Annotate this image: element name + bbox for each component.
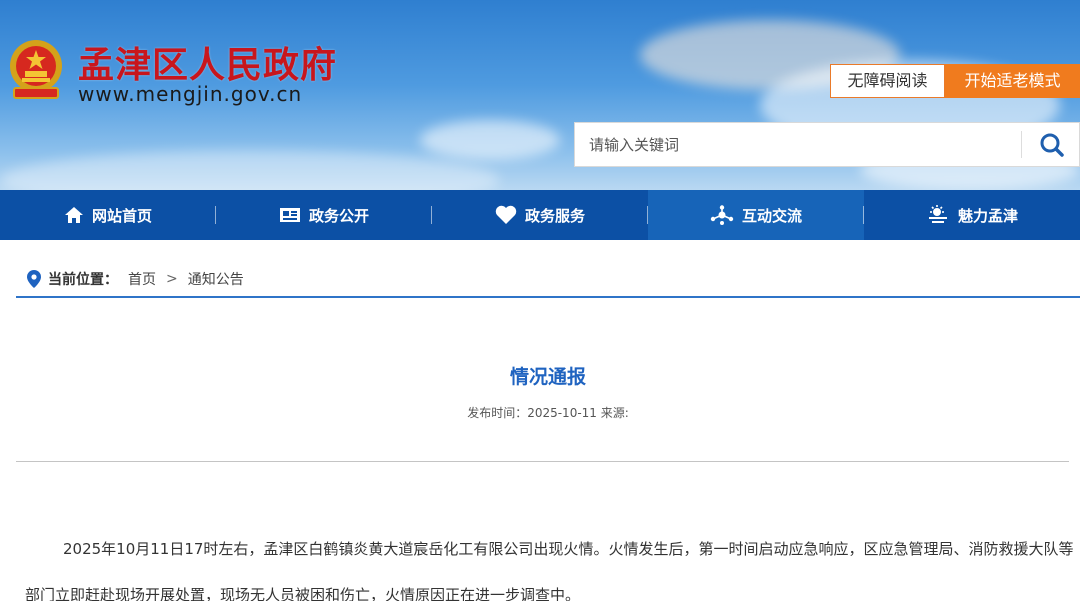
search-divider bbox=[1021, 131, 1022, 158]
search-input[interactable] bbox=[575, 123, 1020, 166]
nav-item-gov-services[interactable]: 政务服务 bbox=[432, 190, 648, 240]
article-divider bbox=[16, 461, 1069, 462]
search-button[interactable] bbox=[1031, 129, 1071, 161]
site-title[interactable]: 孟津区人民政府 bbox=[78, 36, 337, 88]
cloud-decoration bbox=[0, 150, 500, 190]
nav-item-gov-affairs[interactable]: 政务公开 bbox=[216, 190, 432, 240]
breadcrumb-label: 当前位置： bbox=[48, 272, 118, 288]
search-box bbox=[574, 122, 1080, 167]
nav-item-interaction[interactable]: 互动交流 bbox=[648, 190, 864, 240]
nav-item-home[interactable]: 网站首页 bbox=[0, 190, 216, 240]
article-meta: 发布时间：2025-10-11 来源: bbox=[467, 406, 629, 420]
nav-item-label: 政务服务 bbox=[524, 206, 585, 225]
nav-item-label: 魅力孟津 bbox=[957, 206, 1018, 225]
content-area: 当前位置： 首页 > 通知公告 情况通报 发布时间：2025-10-11 来源:… bbox=[16, 248, 1080, 601]
nav-item-charm[interactable]: 魅力孟津 bbox=[864, 190, 1080, 240]
site-header: 孟津区人民政府 www.mengjin.gov.cn 无障碍阅读 开始适老模式 bbox=[0, 0, 1080, 190]
network-icon bbox=[710, 205, 734, 225]
nav-item-label: 政务公开 bbox=[308, 206, 369, 225]
heart-icon bbox=[495, 205, 517, 224]
accessibility-button[interactable]: 无障碍阅读 bbox=[830, 64, 945, 98]
site-url: www.mengjin.gov.cn bbox=[78, 82, 303, 106]
nav-item-label: 网站首页 bbox=[91, 206, 152, 225]
main-nav: 网站首页 政务公开 政务服务 互动交流 魅力孟津 bbox=[0, 190, 1080, 240]
breadcrumb-home-link[interactable]: 首页 bbox=[128, 269, 156, 289]
location-pin-icon bbox=[27, 270, 41, 288]
weather-icon bbox=[928, 205, 947, 223]
breadcrumb: 当前位置： 首页 > 通知公告 bbox=[26, 262, 1070, 296]
breadcrumb-separator: > bbox=[166, 271, 178, 287]
elder-mode-button[interactable]: 开始适老模式 bbox=[945, 64, 1080, 98]
article-title: 情况通报 bbox=[509, 366, 586, 388]
breadcrumb-notice-link[interactable]: 通知公告 bbox=[188, 269, 244, 289]
nav-item-label: 互动交流 bbox=[741, 206, 802, 225]
document-icon bbox=[279, 208, 300, 222]
article-body: 2025年10月11日17时左右，孟津区白鹤镇炎黄大道宸岳化工有限公司出现火情。… bbox=[25, 540, 1074, 601]
search-icon bbox=[1040, 133, 1064, 157]
cloud-decoration bbox=[420, 120, 560, 160]
home-icon bbox=[64, 207, 83, 223]
national-emblem-icon bbox=[10, 40, 62, 99]
breadcrumb-divider bbox=[16, 296, 1080, 298]
